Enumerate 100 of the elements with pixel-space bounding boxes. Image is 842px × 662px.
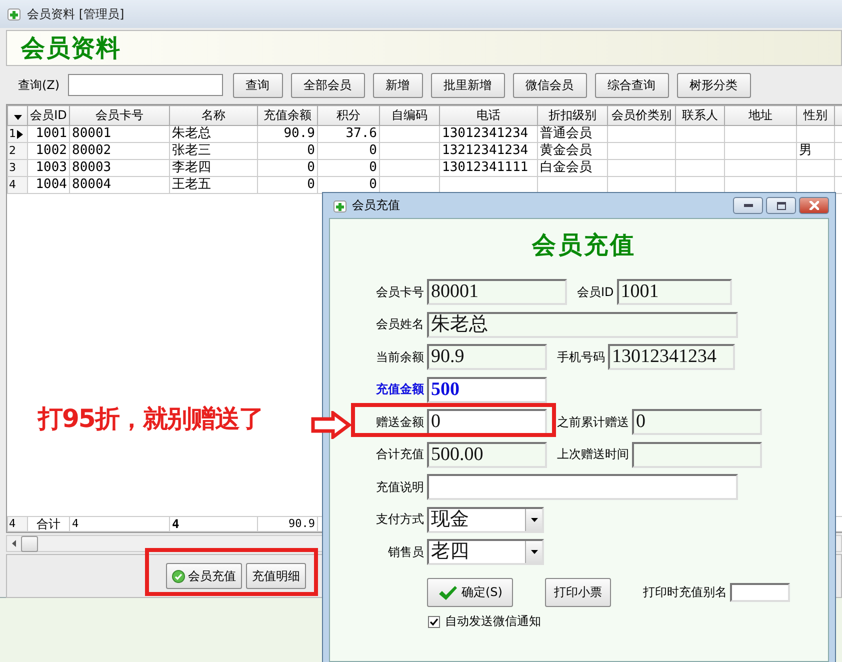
search-label: 查询(Z)	[18, 76, 60, 94]
input-field[interactable]	[427, 474, 738, 500]
table-cell: 男	[796, 142, 834, 160]
input-field[interactable]: 90.9	[427, 344, 547, 370]
field-label: 当前余额	[375, 348, 424, 366]
column-header[interactable]: 会员卡号	[70, 106, 170, 126]
checkbox[interactable]	[428, 616, 440, 628]
column-header[interactable]: 积分	[318, 106, 380, 126]
toolbar-button[interactable]: 树形分类	[676, 72, 751, 98]
column-header[interactable]: 会员价类别	[608, 106, 676, 126]
table-cell: 朱老总	[170, 126, 258, 142]
table-cell: 0	[318, 142, 380, 160]
minimize-button[interactable]	[733, 197, 763, 214]
column-header[interactable]: 折扣级别	[538, 106, 608, 126]
row-header[interactable]: 2	[8, 142, 28, 160]
toolbar-button[interactable]: 综合查询	[594, 72, 669, 98]
check-circle-icon	[172, 570, 185, 582]
column-header[interactable]: 充值余额	[258, 106, 318, 126]
table-cell: 1004	[28, 176, 70, 194]
dropdown[interactable]: 老四	[427, 539, 544, 565]
table-cell: 黄金会员	[538, 142, 608, 160]
input-field[interactable]: 朱老总	[427, 312, 738, 338]
input-field[interactable]	[632, 442, 762, 468]
table-cell: 普通会员	[538, 126, 608, 142]
table-cell: 80004	[70, 176, 170, 194]
toolbar-button[interactable]: 微信会员	[512, 72, 587, 98]
current-row-icon	[17, 130, 23, 138]
dropdown-arrow-icon[interactable]	[530, 518, 538, 522]
input-field[interactable]: 500	[427, 376, 547, 402]
search-field[interactable]	[68, 74, 223, 96]
column-header[interactable]: 联系人	[676, 106, 724, 126]
field-label: 手机号码	[557, 348, 605, 366]
column-header[interactable]: 自编码	[380, 106, 440, 126]
input-field[interactable]: 1001	[616, 279, 732, 305]
maximize-icon[interactable]	[776, 202, 786, 210]
close-icon[interactable]	[809, 201, 819, 210]
dropdown-icon[interactable]	[14, 114, 22, 120]
column-header[interactable]: 地址	[724, 106, 796, 126]
checkbox-label: 自动发送微信通知	[445, 613, 541, 630]
window-title: 会员资料 [管理员]	[27, 6, 124, 22]
dropdown[interactable]: 现金	[427, 506, 544, 532]
table-cell: 13212341234	[440, 142, 538, 160]
dialog-heading: 会员充值	[532, 230, 636, 261]
row-header[interactable]: 4	[8, 176, 28, 194]
row-header: 4	[8, 516, 28, 532]
column-header[interactable]: 会员ID	[28, 106, 70, 126]
app-icon	[333, 198, 347, 212]
field-label: 赠送金额	[375, 414, 424, 430]
table-cell: 13012341234	[440, 126, 538, 142]
table-cell: 4	[170, 516, 258, 532]
print-receipt-button[interactable]: 打印小票	[545, 578, 611, 607]
page-title: 会员资料	[21, 33, 121, 64]
dialog-title: 会员充值	[352, 197, 400, 214]
row-number: 3	[9, 160, 16, 176]
field-label: 合计充值	[375, 446, 424, 463]
toolbar-button[interactable]: 新增	[372, 72, 423, 98]
column-header[interactable]: 名称	[170, 106, 258, 126]
table-cell: 80002	[70, 142, 170, 160]
maximize-button[interactable]	[766, 197, 796, 214]
minimize-icon[interactable]	[744, 204, 752, 207]
toolbar-button[interactable]: 全部会员	[290, 72, 365, 98]
row-header[interactable]: 3	[8, 160, 28, 176]
field-label: 支付方式	[375, 511, 424, 528]
table-cell: 0	[318, 160, 380, 176]
close-button[interactable]	[799, 197, 829, 214]
checkmark-icon	[438, 584, 458, 600]
field-label: 会员ID	[577, 284, 614, 300]
table-cell: 1003	[28, 160, 70, 176]
toolbar-button[interactable]: 查询	[232, 72, 283, 98]
input-field[interactable]: 13012341234	[608, 344, 735, 370]
input-field[interactable]: 80001	[427, 279, 567, 305]
input-field[interactable]: 500.00	[427, 442, 547, 468]
toolbar-button[interactable]: 批里新增	[430, 72, 505, 98]
row-number: 4	[9, 177, 16, 193]
column-header[interactable]: 性别	[796, 106, 834, 126]
field-label: 打印时充值别名	[643, 584, 727, 601]
table-cell: 80001	[70, 126, 170, 142]
input-field[interactable]: 0	[632, 409, 762, 435]
confirm-button[interactable]: 确定(S)	[427, 578, 513, 607]
table-cell: 90.9	[258, 516, 318, 532]
field-label: 会员姓名	[375, 316, 424, 333]
scroll-thumb[interactable]	[21, 536, 38, 552]
recharge-button[interactable]: 会员充值	[166, 563, 242, 589]
input-field[interactable]: 0	[427, 409, 547, 435]
column-header[interactable]: 电话	[440, 106, 538, 126]
input-field[interactable]	[730, 583, 790, 602]
field-label: 之前累计赠送	[557, 414, 629, 430]
table-cell: 1001	[28, 126, 70, 142]
table-cell: 4	[70, 516, 170, 532]
dropdown-arrow-icon[interactable]	[530, 550, 538, 554]
table-cell: 白金会员	[538, 160, 608, 176]
app-icon	[7, 7, 21, 21]
checkmark-icon	[430, 618, 438, 626]
table-cell: 张老三	[170, 142, 258, 160]
scroll-left-icon[interactable]	[12, 540, 16, 547]
table-cell: 0	[258, 176, 318, 194]
field-label: 上次赠送时间	[557, 446, 629, 463]
details-button[interactable]: 充值明细	[246, 563, 306, 589]
table-cell: 0	[258, 160, 318, 176]
row-header[interactable]: 1	[8, 126, 28, 142]
